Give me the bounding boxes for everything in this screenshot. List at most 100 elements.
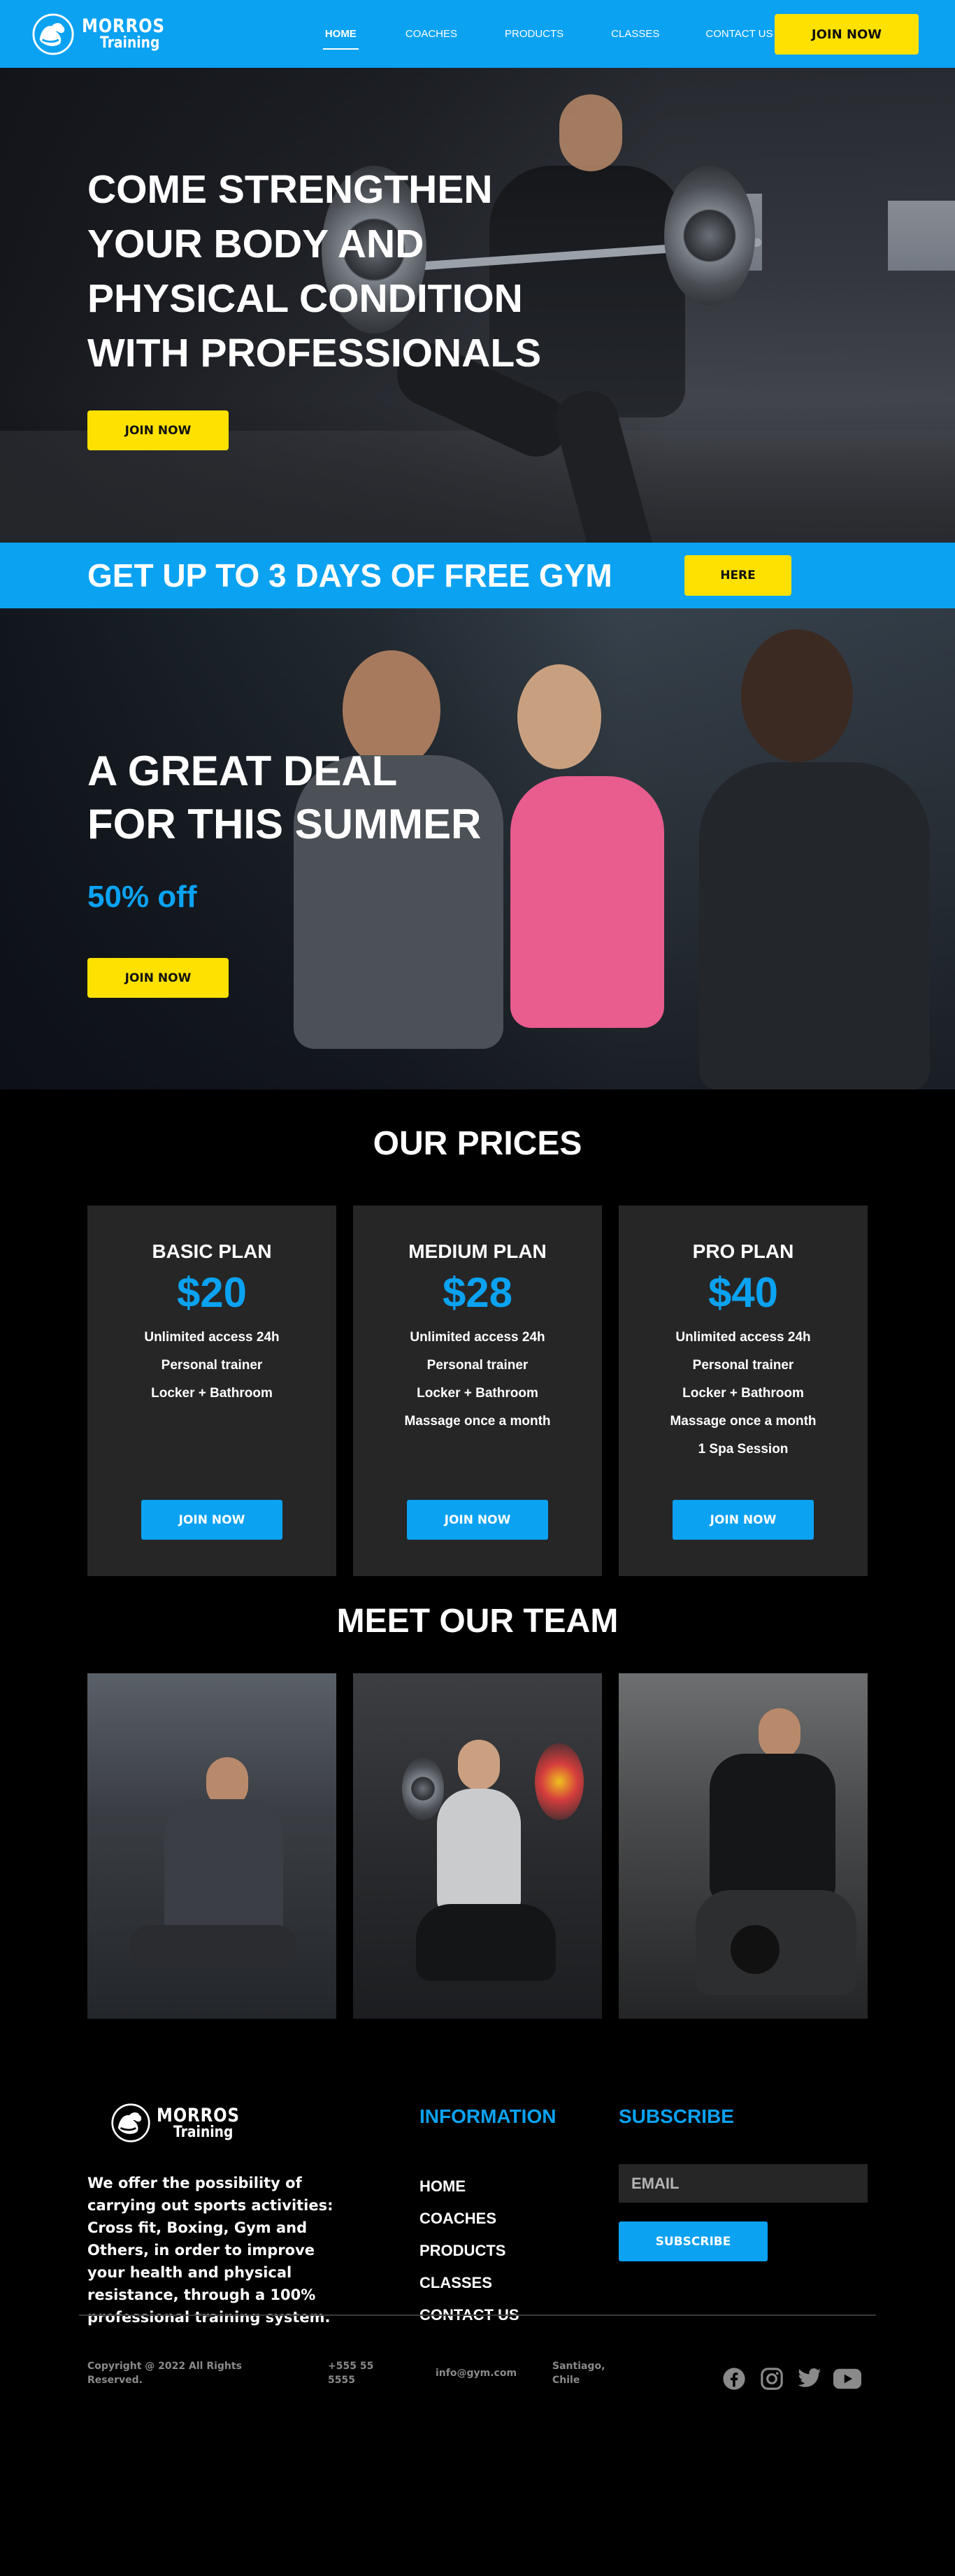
deal-join-now-button[interactable]: JOIN NOW [87,958,229,998]
coach-body [710,1754,835,1901]
plan-feature: 1 Spa Session [698,1442,789,1457]
brand-title: MORROS [82,15,165,37]
copyright-text: Copyright @ 2022 All Rights Reserved. [87,2361,242,2386]
team-member-photo [87,1673,336,2019]
promo-banner: GET UP TO 3 DAYS OF FREE GYM HERE [0,543,955,608]
coach-body [437,1789,521,1915]
plan-feature: Unlimited access 24h [675,1330,811,1345]
footer-brand-subtitle: Training [173,2123,234,2141]
plan-feature: Locker + Bathroom [417,1386,538,1401]
plan-features: Unlimited access 24h Personal trainer Lo… [619,1324,868,1464]
nav-coaches[interactable]: COACHES [403,28,459,40]
nav-products[interactable]: PRODUCTS [503,28,566,40]
nav-join-now-button[interactable]: JOIN NOW [775,14,919,55]
barbell-plate [664,166,755,306]
plan-feature: Personal trainer [692,1358,794,1373]
footer-brand-title: MORROS [157,2104,240,2126]
twitter-icon[interactable] [796,2366,824,2391]
plans-list: BASIC PLAN $20 Unlimited access 24h Pers… [87,1205,868,1576]
coach-legs [416,1904,556,1981]
plan-feature: Personal trainer [426,1358,529,1373]
deal-person-body [510,776,664,1028]
plan-price: $28 [442,1269,513,1316]
deal-person-body [699,762,930,1089]
barbell-plate [535,1743,584,1820]
team-member-photo [353,1673,602,2019]
footer-logo[interactable]: MORROS Training [110,2103,254,2143]
team-title: MEET OUR TEAM [336,1603,619,1640]
deal-person-head [517,664,601,769]
footer-subscribe-heading: SUBSCRIBE [619,2105,734,2127]
plan-feature: Personal trainer [161,1358,263,1373]
plan-price: $20 [176,1269,247,1316]
team-cards [87,1673,868,2019]
footer-info-heading: INFORMATION [419,2105,557,2127]
footer-link-classes[interactable]: CLASSES [419,2274,492,2291]
footer-link-home[interactable]: HOME [419,2177,466,2195]
plan-name: MEDIUM PLAN [408,1240,547,1262]
deal-title: A GREAT DEAL FOR THIS SUMMER [87,745,481,851]
hero-athlete-head [559,94,622,171]
nav-contact-us[interactable]: CONTACT US [703,28,775,40]
footer-divider [79,2314,876,2316]
plan-feature: Locker + Bathroom [682,1386,804,1401]
hero-bg-window [888,201,955,271]
plan-feature: Massage once a month [670,1414,817,1429]
coach-head [759,1708,800,1759]
nav-home[interactable]: HOME [322,28,359,50]
brand-subtitle: Training [100,34,160,52]
plan-feature: Unlimited access 24h [410,1330,545,1345]
brand-logo[interactable]: MORROS Training [31,13,180,56]
promo-text: GET UP TO 3 DAYS OF FREE GYM [87,557,612,594]
hero-title: COME STRENGTHEN YOUR BODY AND PHYSICAL C… [87,167,542,375]
deal-title-line1: A GREAT DEAL [87,747,398,794]
deal-person-head [741,629,853,762]
hero-join-now-button[interactable]: JOIN NOW [87,410,229,450]
instagram-icon[interactable] [758,2366,786,2391]
plan-feature: Locker + Bathroom [151,1386,273,1401]
bicep-logo-icon [111,2103,150,2142]
plan-feature: Unlimited access 24h [144,1330,280,1345]
deal-title-line2: FOR THIS SUMMER [87,801,482,847]
plan-feature: Massage once a month [404,1414,551,1429]
footer-link-coaches[interactable]: COACHES [419,2210,496,2227]
navbar: MORROS Training HOME COACHES PRODUCTS CL… [0,0,955,68]
footer-about-text: We offer the possibility of carrying out… [87,2175,333,2326]
coach-head [458,1740,500,1790]
promo-here-button[interactable]: HERE [684,555,791,596]
plan-join-now-button[interactable]: JOIN NOW [673,1500,814,1540]
plan-card-pro: PRO PLAN $40 Unlimited access 24h Person… [619,1205,868,1576]
plan-name: BASIC PLAN [152,1240,272,1262]
deal-section: A GREAT DEAL FOR THIS SUMMER 50% off JOI… [0,608,955,1089]
nav-classes[interactable]: CLASSES [609,28,661,40]
plan-price: $40 [708,1269,779,1316]
facebook-icon[interactable] [720,2366,748,2391]
team-member-photo [619,1673,868,2019]
social-links [720,2366,861,2391]
bicep-logo-icon [32,13,74,55]
footer-link-products[interactable]: PRODUCTS [419,2242,505,2259]
subscribe-button[interactable]: SUBSCRIBE [619,2221,768,2261]
prices-section: OUR PRICES BASIC PLAN $20 Unlimited acce… [0,1089,955,1602]
email-text: info@gym.com [436,2368,517,2379]
team-section: MEET OUR TEAM [0,1602,955,2049]
plan-name: PRO PLAN [692,1240,794,1262]
plan-card-medium: MEDIUM PLAN $28 Unlimited access 24h Per… [353,1205,602,1576]
plan-features: Unlimited access 24h Personal trainer Lo… [353,1324,602,1436]
hero-section: COME STRENGTHEN YOUR BODY AND PHYSICAL C… [0,68,955,543]
location-text: Santiago, Chile [552,2361,605,2386]
prices-title: OUR PRICES [373,1125,582,1162]
phone-text: +555 55 5555 [328,2361,374,2386]
youtube-icon[interactable] [833,2366,861,2391]
footer-info-links: HOME COACHES PRODUCTS CLASSES CONTACT US [419,2170,519,2331]
coach-body [164,1799,283,1939]
plan-features: Unlimited access 24h Personal trainer Lo… [87,1324,336,1408]
footer: MORROS Training We offer the possibility… [0,2049,955,2437]
barbell-plate [402,1757,444,1820]
email-field[interactable] [619,2164,868,2203]
deal-discount: 50% off [87,880,197,914]
plan-join-now-button[interactable]: JOIN NOW [407,1500,548,1540]
plan-card-basic: BASIC PLAN $20 Unlimited access 24h Pers… [87,1205,336,1576]
kettlebell [731,1925,780,1974]
plan-join-now-button[interactable]: JOIN NOW [141,1500,282,1540]
